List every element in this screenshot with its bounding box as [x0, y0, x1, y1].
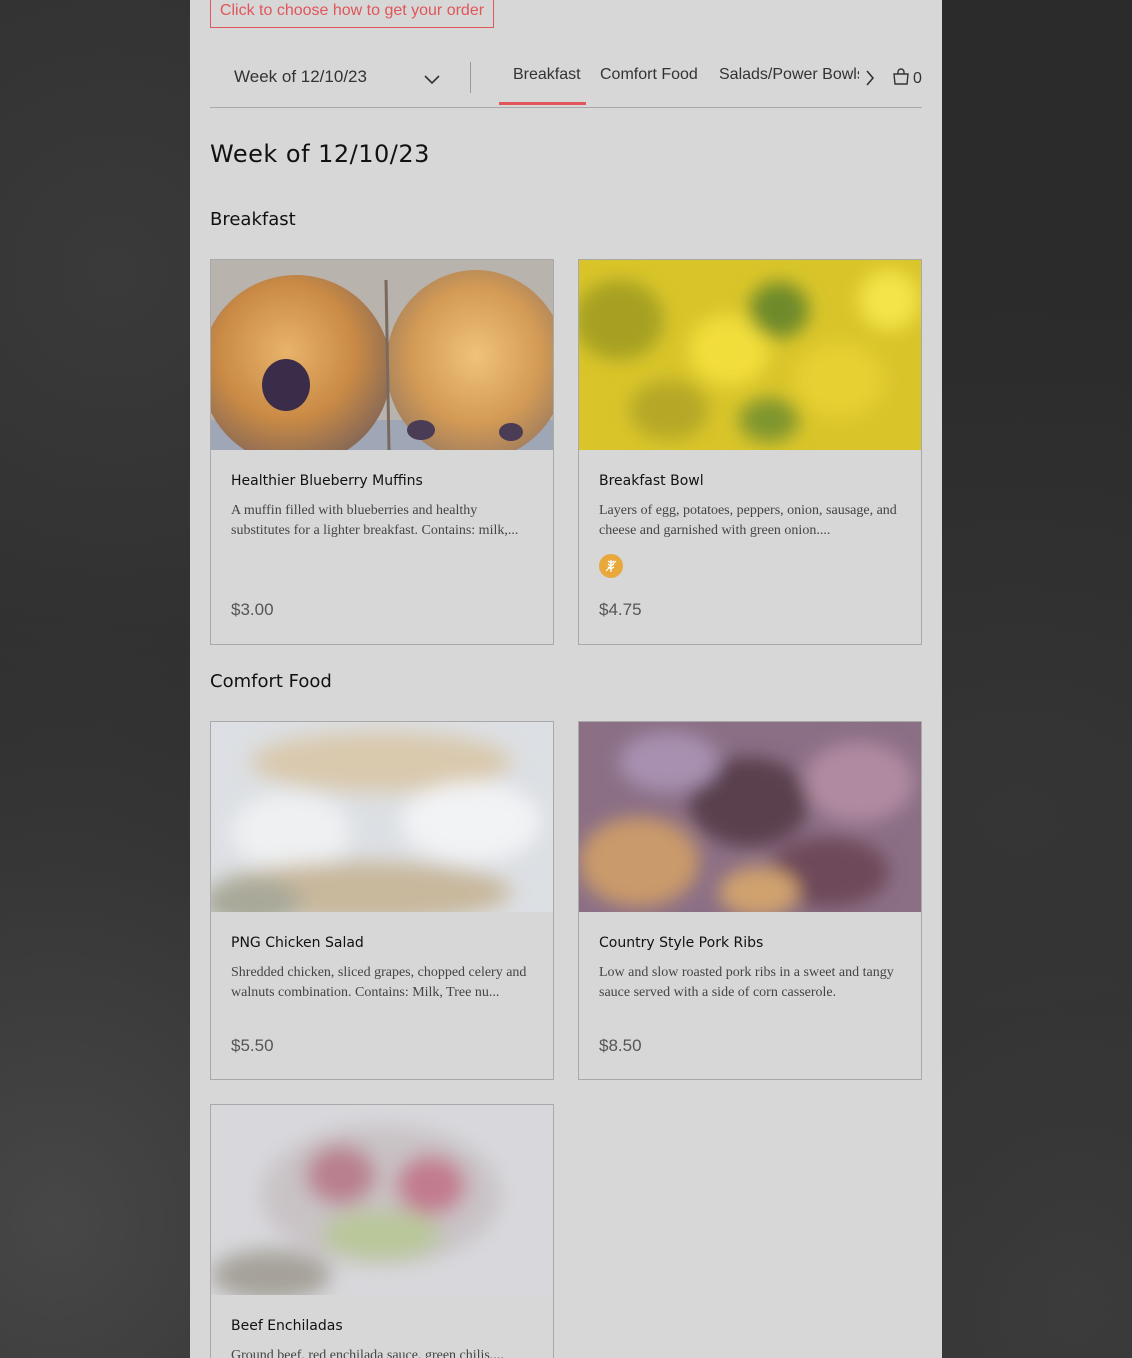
week-dropdown[interactable]: Week of 12/10/23	[210, 54, 470, 102]
gluten-free-icon	[599, 554, 623, 578]
section-title-comfort-food: Comfort Food	[210, 671, 332, 692]
menu-item-card[interactable]: Breakfast Bowl Layers of egg, potatoes, …	[578, 259, 922, 645]
shopping-bag-icon	[892, 68, 910, 90]
menu-navigation-bar: Week of 12/10/23 Breakfast Comfort Food …	[210, 54, 922, 108]
menu-item-description: Layers of egg, potatoes, peppers, onion,…	[599, 503, 897, 538]
menu-item-card[interactable]: Country Style Pork Ribs Low and slow roa…	[578, 721, 922, 1080]
menu-item-name: Breakfast Bowl	[599, 473, 704, 489]
menu-panel: Click to choose how to get your order We…	[190, 0, 942, 1358]
page-title: Week of 12/10/23	[210, 140, 430, 168]
menu-item-price: $8.50	[599, 1036, 642, 1055]
active-tab-indicator	[499, 102, 586, 105]
menu-item-name: Beef Enchiladas	[231, 1318, 343, 1334]
section-title-breakfast: Breakfast	[210, 209, 296, 230]
menu-item-description: Shredded chicken, sliced grapes, chopped…	[231, 965, 527, 1000]
menu-item-name: Healthier Blueberry Muffins	[231, 473, 423, 489]
menu-item-card[interactable]: Healthier Blueberry Muffins A muffin fil…	[210, 259, 554, 645]
menu-item-description: Low and slow roasted pork ribs in a swee…	[599, 965, 894, 1000]
menu-item-card[interactable]: PNG Chicken Salad Shredded chicken, slic…	[210, 721, 554, 1080]
menu-item-price: $4.75	[599, 600, 642, 619]
tab-salads-power-bowls[interactable]: Salads/Power Bowls	[719, 66, 859, 84]
menu-item-name: Country Style Pork Ribs	[599, 935, 764, 951]
menu-item-name: PNG Chicken Salad	[231, 935, 364, 951]
chicken-salad-photo	[211, 722, 553, 912]
tab-comfort-food[interactable]: Comfort Food	[600, 66, 698, 84]
chevron-right-icon[interactable]	[865, 69, 875, 91]
beef-enchiladas-photo	[211, 1105, 553, 1295]
menu-item-price: $5.50	[231, 1036, 274, 1055]
menu-item-card[interactable]: Beef Enchiladas Ground beef, red enchila…	[210, 1104, 554, 1358]
menu-item-description: A muffin filled with blueberries and hea…	[231, 503, 519, 538]
category-tabs: Breakfast Comfort Food Salads/Power Bowl…	[499, 54, 859, 107]
cart-button[interactable]: 0	[892, 68, 922, 90]
breakfast-bowl-photo	[579, 260, 921, 450]
menu-item-description: Ground beef, red enchilada sauce, green …	[231, 1348, 504, 1358]
tab-breakfast[interactable]: Breakfast	[513, 66, 581, 84]
pork-ribs-photo	[579, 722, 921, 912]
chevron-down-icon	[424, 70, 440, 89]
week-dropdown-label: Week of 12/10/23	[234, 67, 367, 86]
cart-count: 0	[913, 70, 922, 87]
blueberry-muffins-photo	[211, 260, 553, 450]
menu-item-price: $3.00	[231, 600, 274, 619]
choose-order-method-button[interactable]: Click to choose how to get your order	[210, 0, 494, 28]
nav-divider	[470, 62, 471, 93]
